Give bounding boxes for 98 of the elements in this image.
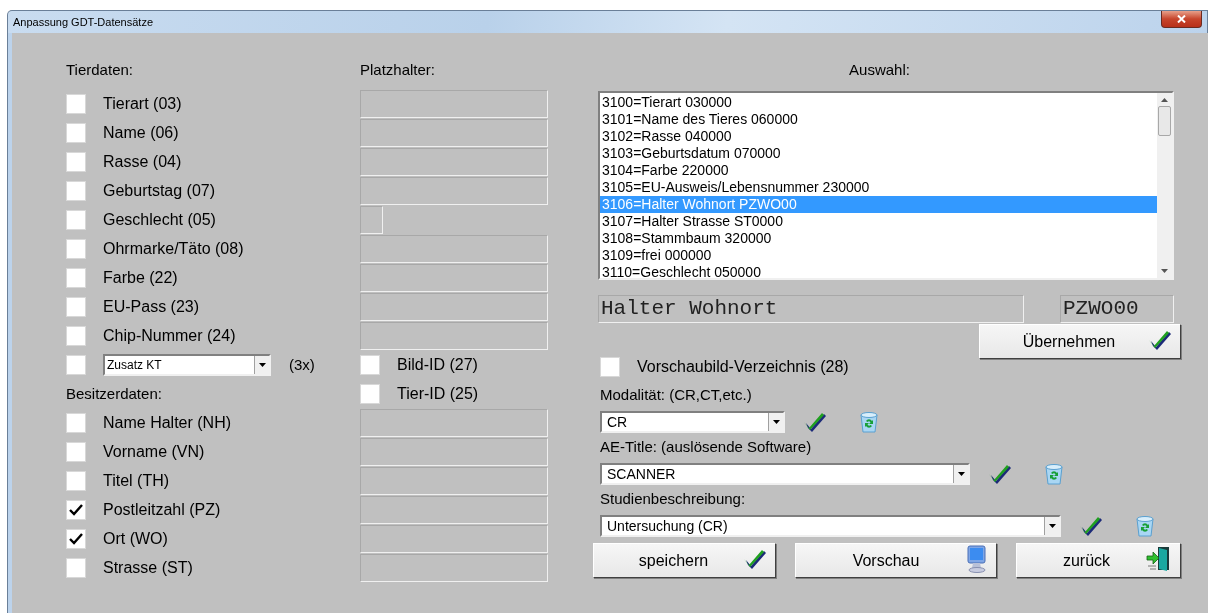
field-label: AE-Title: (auslösende Software) bbox=[600, 438, 813, 455]
placeholder-field[interactable] bbox=[360, 437, 548, 466]
checkbox[interactable] bbox=[600, 356, 620, 377]
name-display-field: Halter Wohnort bbox=[598, 295, 1024, 323]
checkbox[interactable] bbox=[66, 238, 86, 259]
placeholder-field[interactable] bbox=[360, 147, 548, 176]
list-item[interactable]: 3105=EU-Ausweis/Lebensnummer 230000 bbox=[600, 179, 1157, 196]
checkbox-label: Ort (WO) bbox=[103, 529, 168, 548]
dropdown[interactable]: CR bbox=[600, 411, 785, 433]
list-item[interactable]: 3110=Geschlecht 050000 bbox=[600, 264, 1157, 281]
scroll-down-icon[interactable] bbox=[1161, 269, 1168, 273]
placeholder-field[interactable] bbox=[360, 495, 548, 524]
checkbox[interactable] bbox=[66, 528, 86, 549]
checkbox[interactable] bbox=[66, 93, 86, 114]
checkbox-label: EU-Pass (23) bbox=[103, 297, 200, 316]
placeholder-field[interactable] bbox=[360, 176, 548, 205]
dropdown-arrow-icon bbox=[772, 420, 780, 424]
checkbox-label: Geburtstag (07) bbox=[103, 181, 216, 200]
checkbox-label: Strasse (ST) bbox=[103, 558, 193, 577]
checkbox-label: Postleitzahl (PZ) bbox=[103, 500, 221, 519]
placeholder-field[interactable] bbox=[360, 292, 548, 321]
checkbox[interactable] bbox=[66, 557, 86, 578]
placeholder-field[interactable] bbox=[360, 553, 548, 582]
list-item[interactable]: 3107=Halter Strasse ST0000 bbox=[600, 213, 1157, 230]
section-heading: Tierdaten: bbox=[66, 61, 134, 78]
recycle-bin-icon bbox=[1135, 515, 1155, 537]
list-item[interactable]: 3104=Farbe 220000 bbox=[600, 162, 1157, 179]
checkbox-label: Vorname (VN) bbox=[103, 442, 205, 461]
checkbox-label: Vorschaubild-Verzeichnis (28) bbox=[637, 357, 849, 376]
checkbox-label: Rasse (04) bbox=[103, 152, 182, 171]
placeholder-field[interactable] bbox=[360, 321, 548, 350]
field-label: Modalität: (CR,CT,etc.) bbox=[600, 386, 753, 403]
checkbox[interactable] bbox=[66, 325, 86, 346]
apply-button[interactable]: Übernehmen bbox=[979, 324, 1181, 359]
exit-door-icon bbox=[1146, 544, 1172, 573]
close-icon bbox=[1177, 15, 1186, 23]
list-item[interactable]: 3100=Tierart 030000 bbox=[600, 94, 1157, 111]
dropdown-arrow-icon bbox=[1048, 524, 1056, 528]
scrollbar[interactable] bbox=[1157, 93, 1172, 278]
section-heading: Auswahl: bbox=[849, 61, 910, 78]
list-item[interactable]: 3102=Rasse 040000 bbox=[600, 128, 1157, 145]
checkbox[interactable] bbox=[66, 180, 86, 201]
recycle-bin-icon bbox=[1044, 463, 1064, 485]
checkmark-icon bbox=[69, 503, 83, 516]
list-item[interactable]: 3108=Stammbaum 320000 bbox=[600, 230, 1157, 247]
save-button[interactable]: speichern bbox=[593, 543, 776, 578]
checkbox[interactable] bbox=[66, 441, 86, 462]
preview-button[interactable]: Vorschau bbox=[795, 543, 997, 578]
checkbox[interactable] bbox=[66, 151, 86, 172]
checkbox[interactable] bbox=[66, 499, 86, 520]
recycle-bin-icon bbox=[859, 411, 879, 433]
placeholder-field[interactable] bbox=[360, 263, 548, 292]
dropdown[interactable]: Untersuchung (CR) bbox=[600, 515, 1061, 537]
checkbox[interactable] bbox=[66, 267, 86, 288]
placeholder-field[interactable] bbox=[360, 89, 548, 118]
checkbox-label: Tierart (03) bbox=[103, 94, 182, 113]
section-heading: Besitzerdaten: bbox=[66, 385, 163, 402]
dropdown[interactable]: Zusatz KT bbox=[103, 353, 271, 376]
placeholder-field[interactable] bbox=[360, 205, 383, 234]
checkbox[interactable] bbox=[66, 296, 86, 317]
section-heading: Platzhalter: bbox=[360, 61, 437, 78]
code-display-field: PZWO00 bbox=[1060, 295, 1174, 323]
checkbox-label: Farbe (22) bbox=[103, 268, 178, 287]
multiplier-label: (3x) bbox=[289, 356, 315, 373]
back-button[interactable]: zurück bbox=[1016, 543, 1181, 578]
checkbox-label: Tier-ID (25) bbox=[397, 384, 479, 403]
checkbox[interactable] bbox=[360, 354, 380, 375]
placeholder-field[interactable] bbox=[360, 408, 548, 437]
list-item[interactable]: 3101=Name des Tieres 060000 bbox=[600, 111, 1157, 128]
checkmark-icon bbox=[69, 532, 83, 545]
checkbox-label: Name Halter (NH) bbox=[103, 413, 231, 432]
list-item[interactable]: 3109=frei 000000 bbox=[600, 247, 1157, 264]
checkbox[interactable] bbox=[66, 122, 86, 143]
checkbox-label: Ohrmarke/Täto (08) bbox=[103, 239, 244, 258]
dropdown-arrow-icon bbox=[957, 472, 965, 476]
monitor-icon bbox=[966, 544, 988, 573]
placeholder-field[interactable] bbox=[360, 466, 548, 495]
checkbox[interactable] bbox=[360, 383, 380, 404]
dropdown-arrow-icon bbox=[258, 362, 266, 367]
checkbox[interactable] bbox=[66, 412, 86, 433]
list-item[interactable]: 3103=Geburtsdatum 070000 bbox=[600, 145, 1157, 162]
scroll-up-icon[interactable] bbox=[1161, 98, 1168, 102]
placeholder-field[interactable] bbox=[360, 524, 548, 553]
checkbox[interactable] bbox=[66, 470, 86, 491]
window-title: Anpassung GDT-Datensätze bbox=[13, 16, 154, 28]
close-button[interactable] bbox=[1161, 11, 1202, 28]
checkbox-label: Bild-ID (27) bbox=[397, 355, 478, 374]
dropdown[interactable]: SCANNER bbox=[600, 463, 970, 485]
checkbox-label: Titel (TH) bbox=[103, 471, 170, 490]
checkbox-label: Chip-Nummer (24) bbox=[103, 326, 236, 345]
field-label: Studienbeschreibung: bbox=[600, 490, 747, 507]
checkbox-label: Geschlecht (05) bbox=[103, 210, 216, 229]
scroll-thumb[interactable] bbox=[1158, 106, 1171, 136]
placeholder-field[interactable] bbox=[360, 118, 548, 147]
checkbox-label: Name (06) bbox=[103, 123, 179, 142]
checkbox[interactable] bbox=[66, 209, 86, 230]
placeholder-field[interactable] bbox=[360, 234, 548, 263]
checkbox[interactable] bbox=[66, 354, 86, 375]
